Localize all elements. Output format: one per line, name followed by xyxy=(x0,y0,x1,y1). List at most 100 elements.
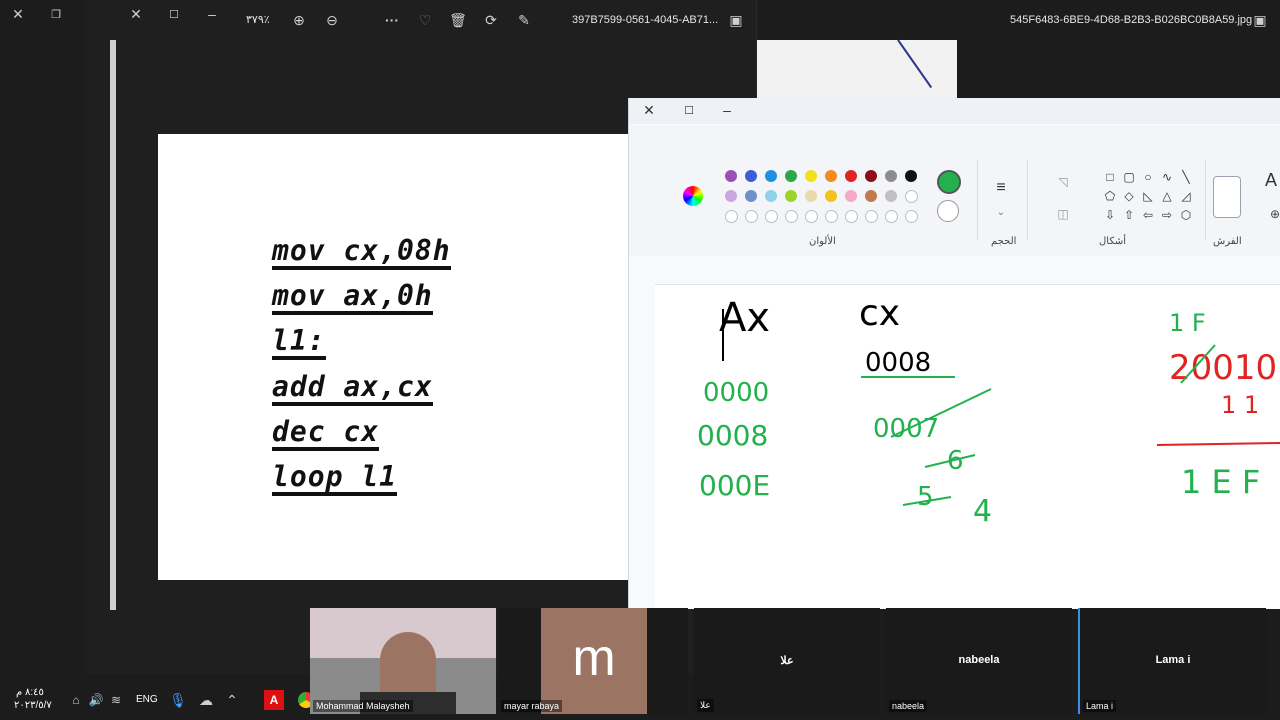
heart-icon[interactable]: ♡ xyxy=(413,8,437,32)
edit-icon[interactable]: ✎ xyxy=(512,8,536,32)
maximize-icon[interactable]: ☐ xyxy=(677,98,701,122)
image-icon[interactable]: ▣ xyxy=(724,8,748,32)
color-swatch[interactable] xyxy=(725,210,738,223)
line-icon[interactable]: ╲ xyxy=(1179,170,1193,184)
image-icon[interactable]: ▣ xyxy=(1248,8,1272,32)
participant-tile[interactable]: Lama i Lama i xyxy=(1078,608,1266,714)
more-icon[interactable]: ··· xyxy=(380,8,404,32)
curve-icon[interactable]: ∿ xyxy=(1160,170,1174,184)
color-swatch[interactable] xyxy=(745,190,757,202)
participant-tile[interactable]: Mohammad Malaysheh xyxy=(310,608,496,714)
divider xyxy=(977,160,978,240)
rotate-icon[interactable]: ⟳ xyxy=(479,8,503,32)
color-swatch[interactable] xyxy=(845,210,858,223)
color-swatch[interactable] xyxy=(785,190,797,202)
minimize-icon[interactable]: – xyxy=(715,98,739,122)
color-swatch[interactable] xyxy=(865,190,877,202)
shapes-group-label: أشكال xyxy=(1099,236,1126,247)
color-swatch[interactable] xyxy=(885,190,897,202)
minimize-icon[interactable]: – xyxy=(200,2,224,26)
microphone-icon[interactable]: 🎙 xyxy=(166,688,190,712)
parallelogram-icon[interactable]: ◿ xyxy=(1179,189,1193,203)
color-swatch[interactable] xyxy=(845,190,857,202)
shapes-gallery: □ ▢ ○ ∿ ╲ ⬠ ◇ ◺ △ ◿ ⇩ ⇧ ⇦ ⇨ ⬡ xyxy=(1093,170,1205,230)
color-swatch[interactable] xyxy=(805,170,817,182)
divider xyxy=(1027,160,1028,240)
brush-icon[interactable] xyxy=(1213,176,1241,218)
chevron-up-icon[interactable]: ⌃ xyxy=(220,688,244,712)
color-swatch[interactable] xyxy=(745,170,757,182)
viewer-divider xyxy=(110,40,116,610)
color-swatch[interactable] xyxy=(785,170,797,182)
wifi-icon[interactable]: ≋ xyxy=(104,688,128,712)
cx-value: 5 xyxy=(917,482,934,512)
color-swatch[interactable] xyxy=(905,210,918,223)
cx-init-value: 0008 xyxy=(865,348,931,378)
zoom-in-icon[interactable]: ⊕ xyxy=(287,8,311,32)
color-swatch[interactable] xyxy=(905,190,918,203)
language-indicator[interactable]: ENG xyxy=(136,694,158,705)
secondary-color-swatch[interactable] xyxy=(937,200,959,222)
color-swatch[interactable] xyxy=(825,190,837,202)
arrow-left-icon[interactable]: ⇦ xyxy=(1141,208,1155,222)
participant-name: Lama i xyxy=(1083,700,1117,712)
code-line: l1: xyxy=(272,326,326,360)
line-size-icon[interactable]: ≡ xyxy=(989,176,1013,200)
color-swatch[interactable] xyxy=(905,170,917,182)
close-icon[interactable]: ✕ xyxy=(124,2,148,26)
arrow-right-icon[interactable]: ⇨ xyxy=(1160,208,1174,222)
color-swatch[interactable] xyxy=(745,210,758,223)
taskbar: ٨:٤٥ م ٢٠٢٣/٥/٧ ⌂ 🔊 ≋ ENG 🎙 ☁ ⌃ A xyxy=(0,676,314,720)
color-swatch[interactable] xyxy=(765,170,777,182)
participant-tile[interactable]: nabeela nabeela xyxy=(886,608,1072,714)
second-viewer-filename: 545F6483-6BE9-4D68-B2B3-B026BC0B8A59.jpg xyxy=(1010,14,1253,26)
zoom-out-icon[interactable]: ⊖ xyxy=(320,8,344,32)
maximize-icon[interactable]: ☐ xyxy=(162,2,186,26)
rounded-rectangle-icon[interactable]: ▢ xyxy=(1122,170,1136,184)
paint-titlebar: ✕ ☐ – xyxy=(629,98,1280,124)
color-swatch[interactable] xyxy=(765,210,778,223)
color-swatch[interactable] xyxy=(725,190,737,202)
color-swatch[interactable] xyxy=(765,190,777,202)
color-wheel-icon[interactable] xyxy=(683,186,703,206)
color-swatch[interactable] xyxy=(785,210,798,223)
color-swatch[interactable] xyxy=(865,210,878,223)
outline-icon[interactable]: ◫ xyxy=(1051,202,1075,226)
acrobat-icon[interactable]: A xyxy=(264,690,284,710)
magnifier-icon[interactable]: ⊕ xyxy=(1263,202,1280,226)
right-carry-digits: 1 1 xyxy=(1221,391,1259,419)
color-swatch[interactable] xyxy=(725,170,737,182)
triangle-icon[interactable]: △ xyxy=(1160,189,1174,203)
arrow-up-icon[interactable]: ⇧ xyxy=(1122,208,1136,222)
hexagon-icon[interactable]: ⬡ xyxy=(1179,208,1193,222)
fill-icon[interactable]: ◹ xyxy=(1051,170,1075,194)
text-tool[interactable]: A xyxy=(1265,170,1277,191)
zoom-level: ٣٧٩٪ xyxy=(246,14,270,26)
drawing-canvas[interactable]: Ax cx 0008 0000 0008 000E 0007 6 5 4 1 F… xyxy=(655,284,1280,609)
diamond-icon[interactable]: ◇ xyxy=(1122,189,1136,203)
color-swatch[interactable] xyxy=(865,170,877,182)
close-icon[interactable]: ✕ xyxy=(637,98,661,122)
right-triangle-icon[interactable]: ◺ xyxy=(1141,189,1155,203)
color-swatch[interactable] xyxy=(845,170,857,182)
oval-icon[interactable]: ○ xyxy=(1141,170,1155,184)
close-icon[interactable]: ✕ xyxy=(6,2,30,26)
color-swatch[interactable] xyxy=(885,210,898,223)
delete-icon[interactable]: 🗑 xyxy=(446,8,470,32)
color-swatch[interactable] xyxy=(885,170,897,182)
color-swatch[interactable] xyxy=(805,190,817,202)
color-swatch[interactable] xyxy=(825,210,838,223)
pentagon-icon[interactable]: ⬠ xyxy=(1103,189,1117,203)
participant-tile[interactable]: علا علا xyxy=(694,608,880,714)
ax-value: 000E xyxy=(699,469,770,502)
color-swatch[interactable] xyxy=(825,170,837,182)
rectangle-icon[interactable]: □ xyxy=(1103,170,1117,184)
color-swatch[interactable] xyxy=(805,210,818,223)
cloud-icon[interactable]: ☁ xyxy=(194,688,218,712)
participant-tile[interactable]: m mayar rabaya xyxy=(498,608,688,714)
restore-icon[interactable]: ❐ xyxy=(44,2,68,26)
arrow-down-icon[interactable]: ⇩ xyxy=(1103,208,1117,222)
active-color-swatch[interactable] xyxy=(937,170,961,194)
ax-value: 0008 xyxy=(697,419,768,452)
chevron-down-icon[interactable]: ⌄ xyxy=(989,200,1013,224)
